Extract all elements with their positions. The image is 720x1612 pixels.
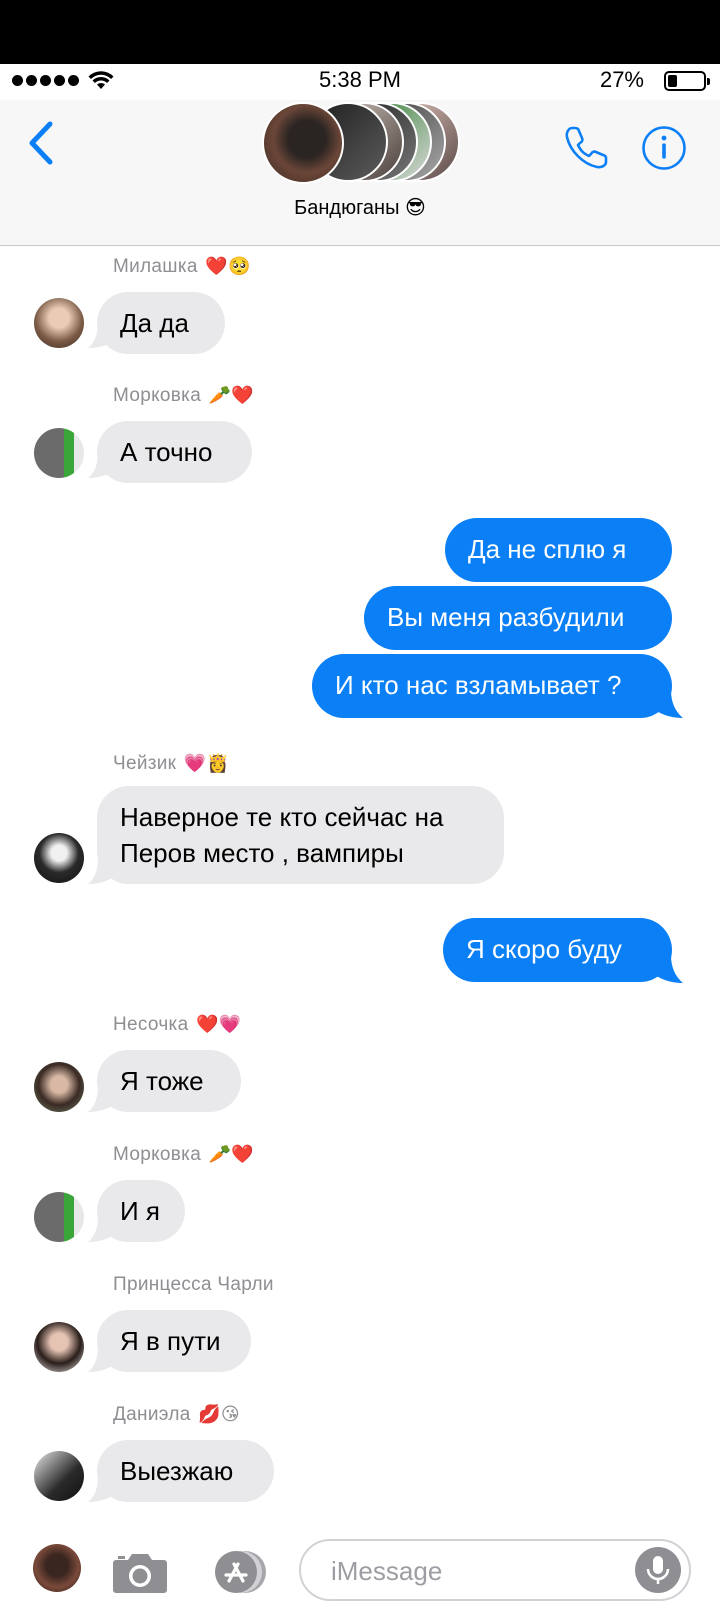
battery-percentage: 27% bbox=[599, 67, 644, 92]
message-bubble[interactable]: Да не сплю я bbox=[445, 518, 672, 582]
microphone-icon bbox=[646, 1556, 670, 1584]
message-bubble[interactable]: Наверное те кто сейчас на Перов место , … bbox=[97, 786, 504, 884]
conversation-header: Бандюганы 😎 bbox=[0, 100, 720, 246]
sender-emoji: ❤️🥺 bbox=[205, 256, 251, 276]
message-line: Перов место , вампиры bbox=[120, 838, 404, 868]
compose-bar bbox=[0, 1530, 720, 1612]
message-bubble[interactable]: Да да bbox=[97, 292, 225, 354]
group-name[interactable]: Бандюганы 😎 bbox=[0, 195, 720, 220]
sender-name: Принцесса Чарли bbox=[113, 1274, 274, 1295]
avatar[interactable] bbox=[34, 428, 84, 478]
sender-name: Чейзик 💗👸 bbox=[113, 753, 230, 774]
message-input[interactable] bbox=[329, 1551, 613, 1591]
message-input-field[interactable] bbox=[299, 1539, 691, 1601]
top-black-band bbox=[0, 0, 720, 64]
avatar bbox=[262, 102, 344, 184]
message-bubble[interactable]: Я в пути bbox=[97, 1310, 251, 1372]
message-bubble[interactable]: Я тоже bbox=[97, 1050, 241, 1112]
avatar[interactable] bbox=[34, 1192, 84, 1242]
group-avatar-stack[interactable] bbox=[262, 102, 460, 186]
sender-name: Морковка 🥕❤️ bbox=[113, 385, 255, 406]
message-line: Наверное те кто сейчас на bbox=[120, 802, 444, 832]
my-avatar[interactable] bbox=[33, 1544, 81, 1592]
sender-name: Даниэла 💋😘 bbox=[113, 1404, 240, 1425]
avatar[interactable] bbox=[34, 1451, 84, 1501]
avatar[interactable] bbox=[34, 1062, 84, 1112]
sender-name: Милашка ❤️🥺 bbox=[113, 256, 251, 277]
sender-emoji: 🥕❤️ bbox=[208, 385, 255, 405]
sender-name: Несочка ❤️💗 bbox=[113, 1014, 242, 1035]
avatar[interactable] bbox=[34, 1322, 84, 1372]
sender-emoji: 💗👸 bbox=[183, 753, 230, 773]
sender-emoji: 💋😘 bbox=[198, 1404, 240, 1424]
sender-emoji: ❤️💗 bbox=[196, 1014, 242, 1034]
sender-emoji: 🥕❤️ bbox=[208, 1144, 255, 1164]
status-bar: 5:38 PM 27% bbox=[0, 64, 720, 100]
avatar[interactable] bbox=[34, 833, 84, 883]
battery-icon bbox=[664, 71, 710, 91]
message-bubble[interactable]: И кто нас взламывает ? bbox=[312, 654, 672, 718]
message-bubble[interactable]: Вы меня разбудили bbox=[364, 586, 672, 650]
microphone-button[interactable] bbox=[635, 1547, 681, 1593]
phone-icon[interactable] bbox=[562, 124, 610, 172]
message-bubble[interactable]: И я bbox=[97, 1180, 185, 1242]
camera-icon[interactable] bbox=[112, 1550, 168, 1594]
message-bubble[interactable]: Выезжаю bbox=[97, 1440, 274, 1502]
message-bubble[interactable]: Я скоро буду bbox=[443, 918, 672, 982]
back-chevron-icon[interactable] bbox=[22, 118, 62, 168]
avatar[interactable] bbox=[34, 298, 84, 348]
app-store-icon[interactable] bbox=[205, 1550, 271, 1594]
info-icon[interactable] bbox=[641, 125, 687, 171]
message-bubble[interactable]: А точно bbox=[97, 421, 252, 483]
sender-name: Морковка 🥕❤️ bbox=[113, 1144, 255, 1165]
